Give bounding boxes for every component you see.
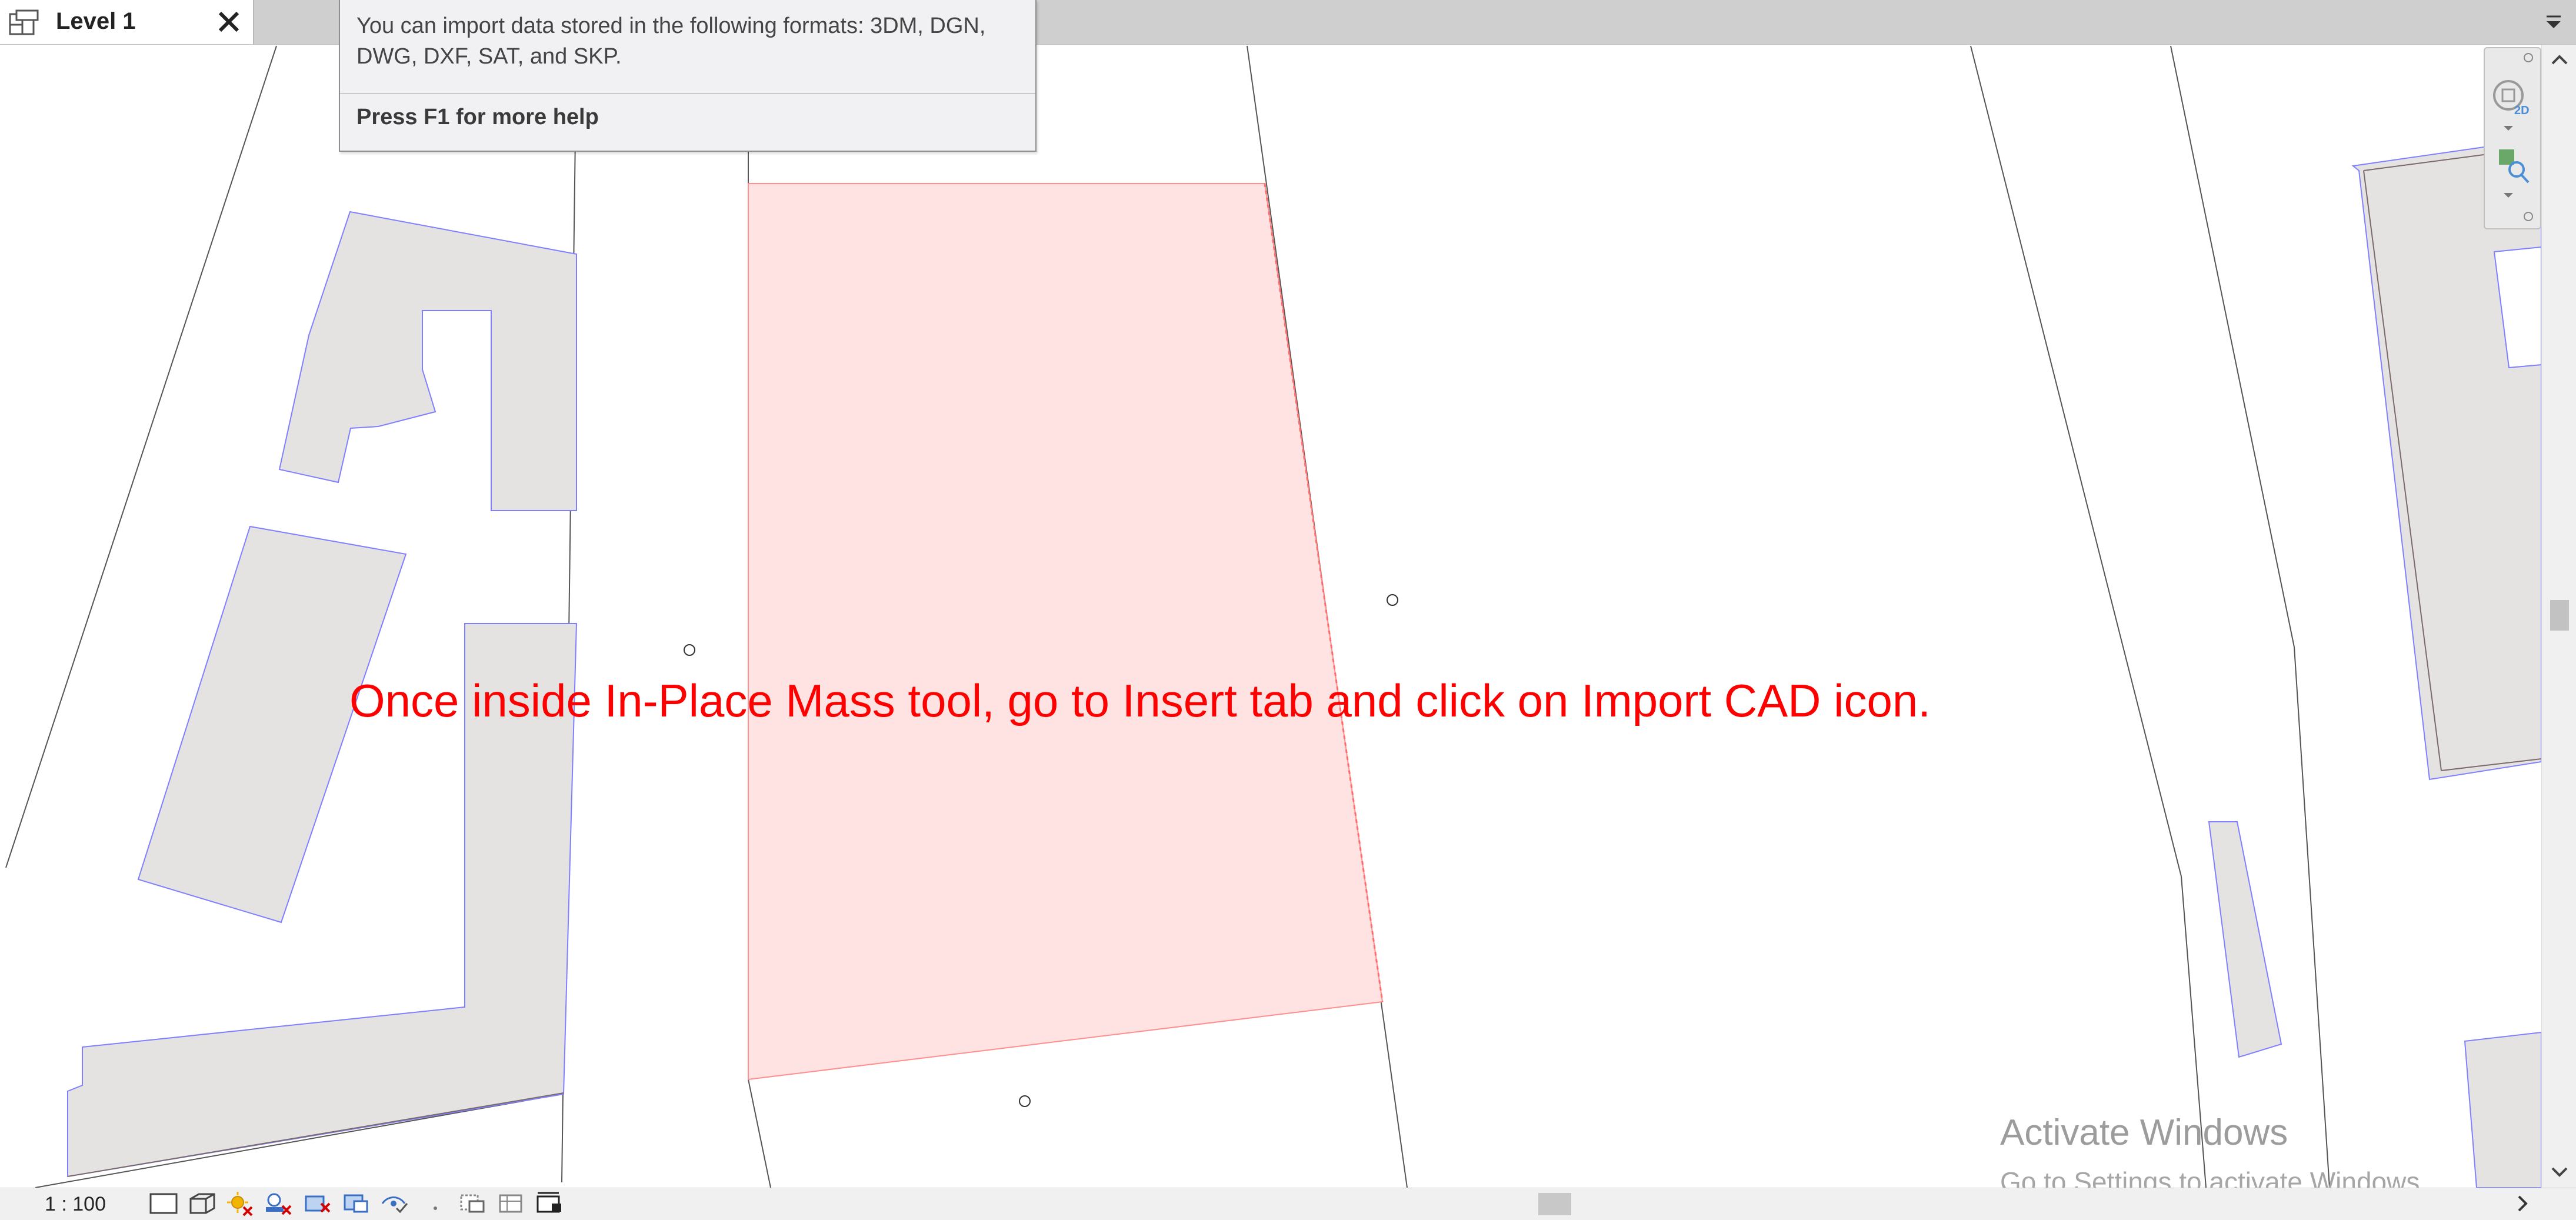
tab-list-menu-icon[interactable]	[2542, 9, 2565, 33]
scroll-down-icon[interactable]	[2549, 1161, 2570, 1182]
navigation-bar: 2D	[2484, 47, 2541, 229]
highlight-displacement-icon[interactable]	[534, 1191, 567, 1216]
import-cad-tooltip: You can import data stored in the follow…	[339, 0, 1037, 152]
design-options-icon[interactable]	[495, 1191, 528, 1216]
reveal-hidden-icon[interactable]	[419, 1191, 452, 1216]
view-scale[interactable]: 1 : 100	[45, 1193, 106, 1216]
vertical-scroll-thumb[interactable]	[2550, 600, 2569, 631]
tooltip-help-text: Press F1 for more help	[356, 105, 599, 129]
visual-style-icon[interactable]	[186, 1191, 219, 1216]
crop-view-icon[interactable]	[301, 1191, 334, 1216]
floor-plan-icon	[9, 9, 39, 35]
plan-view-drawing	[5, 45, 2541, 1188]
scroll-right-icon[interactable]	[2511, 1193, 2534, 1214]
temporary-hide-icon[interactable]	[379, 1191, 412, 1216]
svg-text:2D: 2D	[2514, 104, 2530, 117]
tab-label: Level 1	[56, 8, 136, 34]
tab-level-1[interactable]: Level 1	[0, 0, 254, 44]
horizontal-scroll-thumb[interactable]	[1538, 1193, 1571, 1215]
tooltip-divider	[340, 93, 1035, 94]
scroll-up-icon[interactable]	[2549, 49, 2570, 71]
nav-bar-options-icon[interactable]	[2524, 212, 2533, 221]
close-icon[interactable]	[2524, 53, 2533, 62]
mass-region	[748, 183, 1384, 1081]
tooltip-description: You can import data stored in the follow…	[356, 14, 986, 69]
tutorial-annotation: Once inside In-Place Mass tool, go to In…	[349, 675, 1931, 726]
drawing-area[interactable]	[0, 45, 2541, 1188]
close-icon[interactable]	[214, 7, 244, 36]
sun-path-icon[interactable]	[224, 1191, 256, 1216]
activate-windows-title: Activate Windows	[2000, 1112, 2288, 1153]
shadows-icon[interactable]	[262, 1191, 295, 1216]
horizontal-scrollbar[interactable]	[582, 1188, 2541, 1219]
show-crop-region-icon[interactable]	[340, 1191, 373, 1216]
vertical-scrollbar[interactable]	[2541, 45, 2576, 1188]
detail-level-icon[interactable]	[147, 1191, 180, 1216]
2d-wheel-icon[interactable]: 2D	[2493, 80, 2530, 117]
zoom-icon[interactable]	[2499, 149, 2530, 184]
worksharing-icon[interactable]	[456, 1191, 489, 1216]
